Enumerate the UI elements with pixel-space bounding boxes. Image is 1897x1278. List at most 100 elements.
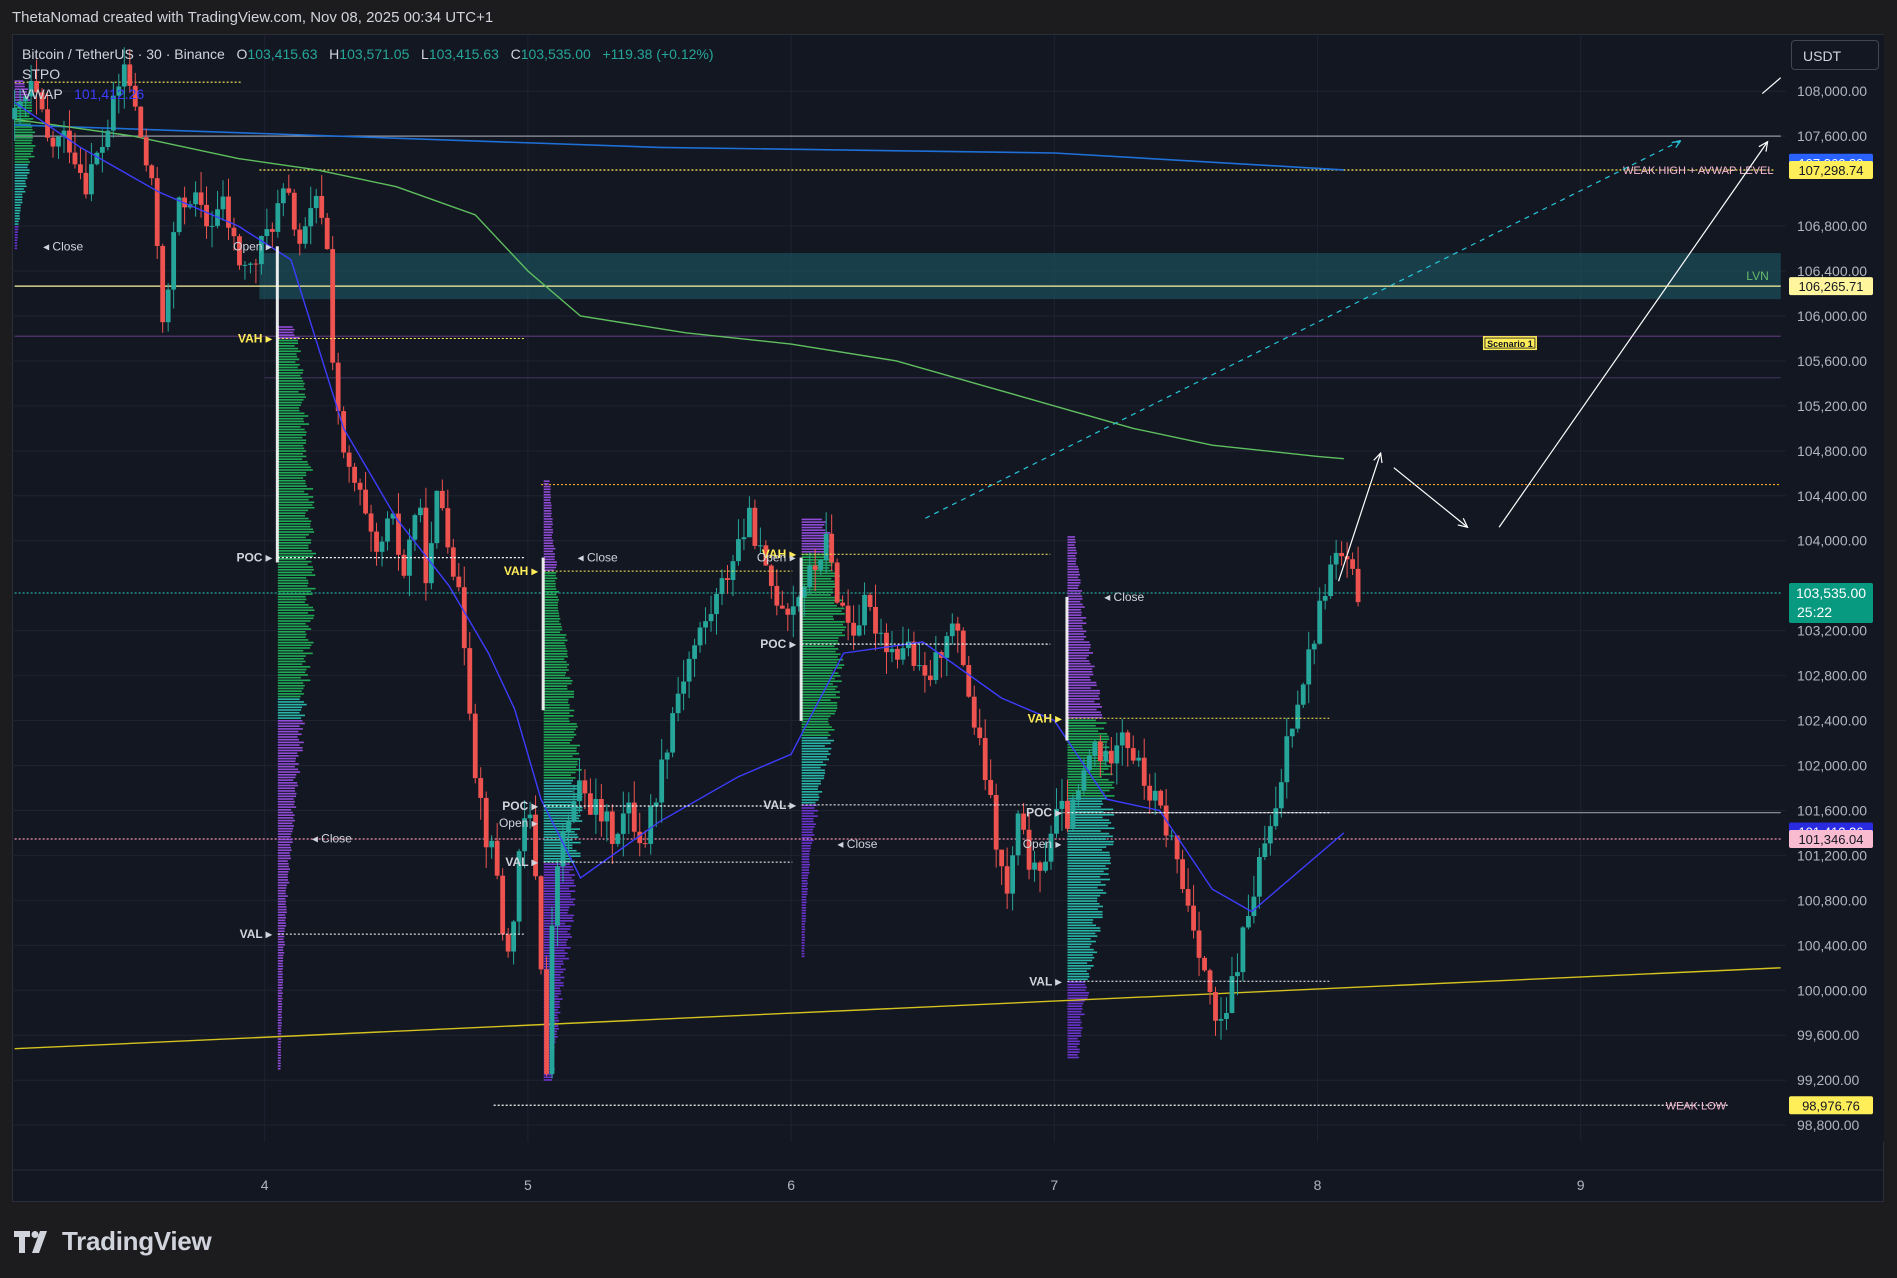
candle-body bbox=[1185, 889, 1191, 906]
tpo-row bbox=[543, 922, 566, 925]
symbol-title[interactable]: Bitcoin / TetherUS · 30 · Binance bbox=[22, 46, 225, 62]
tpo-row bbox=[277, 1054, 282, 1057]
tpo-row bbox=[277, 404, 301, 407]
tpo-row bbox=[277, 420, 304, 423]
tpo-row bbox=[801, 936, 806, 939]
tpo-row bbox=[277, 889, 286, 892]
tpo-row bbox=[801, 631, 843, 634]
tpo-row bbox=[543, 820, 583, 822]
tpo-row bbox=[277, 374, 301, 377]
candle-body bbox=[1240, 927, 1246, 973]
tpo-row bbox=[277, 906, 287, 908]
tpo-row bbox=[277, 415, 309, 417]
candle-body bbox=[834, 562, 840, 603]
price-tick-label: 104,800.00 bbox=[1797, 443, 1867, 459]
candle-body bbox=[1141, 757, 1147, 786]
candle-body bbox=[434, 490, 440, 544]
tpo-row bbox=[1067, 1005, 1083, 1008]
price-tick-label: 108,000.00 bbox=[1797, 83, 1867, 99]
tpo-row bbox=[277, 585, 308, 587]
candle-body bbox=[198, 192, 204, 205]
tpo-row bbox=[801, 858, 810, 861]
tpo-row bbox=[801, 618, 834, 621]
tpo-row bbox=[543, 828, 581, 830]
tpo-row bbox=[277, 520, 312, 523]
tpo-row bbox=[801, 869, 809, 871]
tpo-row bbox=[1067, 846, 1107, 848]
tpo-row bbox=[801, 799, 819, 801]
price-tag-text: 107,298.74 bbox=[1798, 163, 1863, 178]
tpo-row bbox=[543, 607, 558, 609]
tpo-row bbox=[543, 679, 573, 682]
currency-selector-button[interactable]: USDT bbox=[1791, 40, 1879, 70]
tpo-row bbox=[1067, 660, 1090, 662]
tpo-row bbox=[543, 539, 554, 542]
tpo-row bbox=[277, 380, 304, 382]
candle-body bbox=[971, 696, 977, 728]
candle-body bbox=[1103, 750, 1109, 762]
tpo-row bbox=[277, 819, 295, 822]
tpo-row bbox=[1067, 878, 1110, 881]
candle-body bbox=[1037, 862, 1043, 871]
tpo-row bbox=[277, 779, 294, 781]
tradingview-brand[interactable]: TradingView bbox=[14, 1226, 212, 1257]
indicator-vwap[interactable]: VWAP 101,412.26 bbox=[22, 84, 714, 104]
tpo-row bbox=[801, 909, 806, 912]
tpo-row bbox=[277, 328, 295, 331]
tpo-row bbox=[1067, 1048, 1080, 1051]
tpo-row bbox=[1067, 641, 1090, 643]
tpo-row bbox=[1067, 938, 1091, 940]
price-tick-label: 98,800.00 bbox=[1797, 1117, 1859, 1133]
tpo-row bbox=[801, 928, 806, 931]
tpo-row bbox=[277, 711, 300, 714]
tpo-row bbox=[801, 815, 818, 817]
candle-body bbox=[889, 648, 895, 653]
tpo-row bbox=[1067, 684, 1097, 687]
tpo-row bbox=[277, 512, 306, 514]
tpo-row bbox=[277, 474, 307, 477]
indicator-stpo[interactable]: STPO bbox=[22, 64, 714, 84]
tpo-row bbox=[277, 795, 297, 798]
tpo-row bbox=[801, 871, 810, 874]
tpo-row bbox=[277, 960, 284, 962]
candle-body bbox=[330, 249, 336, 363]
tpo-row bbox=[543, 755, 573, 758]
tpo-row bbox=[277, 353, 297, 355]
tpo-row bbox=[1067, 619, 1083, 622]
tpo-row bbox=[277, 655, 306, 657]
tpo-row bbox=[277, 898, 286, 900]
tpo-row bbox=[277, 434, 306, 436]
candle-body bbox=[1322, 596, 1328, 601]
price-chart[interactable]: ◂ Close VAH ▸ POC ▸ VAL ▸ Open ▸ ◂ Close VAH ▸… bbox=[0, 0, 1897, 1278]
tpo-row bbox=[1067, 592, 1081, 595]
tpo-row bbox=[277, 485, 307, 487]
tpo-row bbox=[277, 914, 286, 916]
tpo-row bbox=[1067, 568, 1079, 571]
tpo-row bbox=[277, 450, 307, 452]
tpo-row bbox=[277, 803, 295, 806]
tpo-row bbox=[277, 682, 304, 684]
price-tick-label: 101,200.00 bbox=[1797, 847, 1867, 863]
tpo-row bbox=[1067, 733, 1108, 735]
tpo-row bbox=[1067, 719, 1096, 722]
tpo-row bbox=[543, 674, 566, 677]
tpo-row bbox=[801, 823, 816, 825]
tpo-row bbox=[277, 490, 305, 493]
tpo-row bbox=[543, 787, 577, 790]
candle-body bbox=[494, 840, 500, 876]
tpo-row bbox=[277, 666, 311, 668]
candle-body bbox=[862, 594, 867, 626]
tpo-row bbox=[277, 690, 302, 692]
tpo-row bbox=[14, 247, 18, 250]
tpo-row bbox=[277, 426, 301, 428]
tpo-row bbox=[277, 798, 294, 800]
tpo-labels: ◂ Close VAH ▸ POC ▸ VAL ▸ Open ▸ ◂ Close VAH ▸… bbox=[43, 239, 1330, 988]
tpo-row bbox=[1067, 1040, 1080, 1043]
tpo-row bbox=[277, 636, 306, 638]
candle-body bbox=[768, 565, 774, 586]
tpo-row bbox=[543, 779, 574, 782]
tpo-row bbox=[543, 558, 555, 561]
tpo-row bbox=[277, 1030, 282, 1032]
price-tick-label: 104,000.00 bbox=[1797, 533, 1867, 549]
tpo-row bbox=[277, 706, 303, 709]
